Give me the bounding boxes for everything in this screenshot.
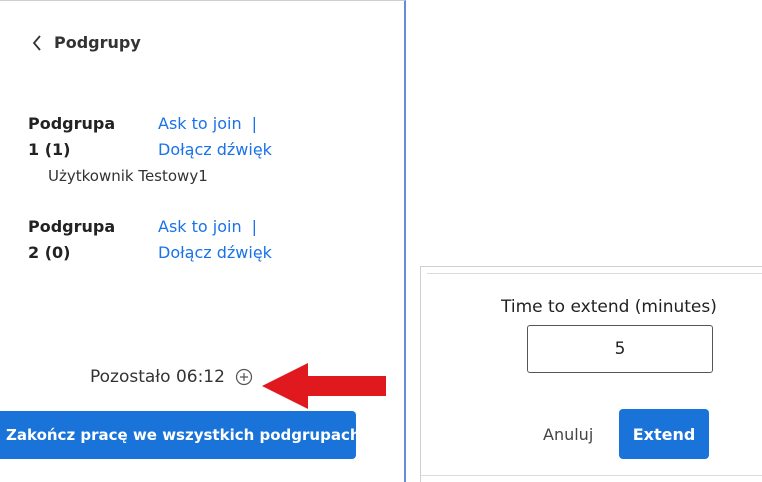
divider (427, 273, 762, 274)
time-remaining-text: Pozostało 06:12 (90, 367, 225, 387)
back-button[interactable]: Podgrupy (32, 33, 141, 52)
extend-time-dialog: Time to extend (minutes) Anuluj Extend (420, 266, 762, 482)
red-arrow-annotation (262, 363, 386, 409)
separator: | (251, 217, 257, 236)
room-member: Użytkownik Testowy1 (48, 167, 208, 185)
extend-button[interactable]: Extend (619, 409, 709, 459)
join-audio-link[interactable]: Dołącz dźwięk (158, 140, 272, 159)
divider (421, 475, 762, 476)
dialog-title: Time to extend (minutes) (501, 297, 717, 317)
join-audio-link[interactable]: Dołącz dźwięk (158, 243, 272, 262)
chevron-left-icon (32, 34, 41, 51)
breakout-rooms-panel: Podgrupy Podgrupa 1 (1) Ask to join | Doł… (0, 0, 406, 482)
room-actions: Ask to join | Dołącz dźwięk (158, 111, 272, 163)
room-title: Podgrupa 2 (0) (28, 217, 116, 262)
room-actions: Ask to join | Dołącz dźwięk (158, 214, 272, 266)
ask-to-join-link[interactable]: Ask to join (158, 217, 242, 236)
plus-circle-icon[interactable] (235, 368, 253, 386)
cancel-button[interactable]: Anuluj (543, 425, 593, 444)
panel-title: Podgrupy (54, 33, 141, 52)
ask-to-join-link[interactable]: Ask to join (158, 114, 242, 133)
room-title: Podgrupa 1 (1) (28, 114, 116, 159)
end-all-rooms-button[interactable]: Zakończ pracę we wszystkich podgrupach (0, 411, 361, 459)
time-remaining: Pozostało 06:12 (90, 367, 253, 387)
minutes-input[interactable] (527, 325, 713, 373)
separator: | (251, 114, 257, 133)
